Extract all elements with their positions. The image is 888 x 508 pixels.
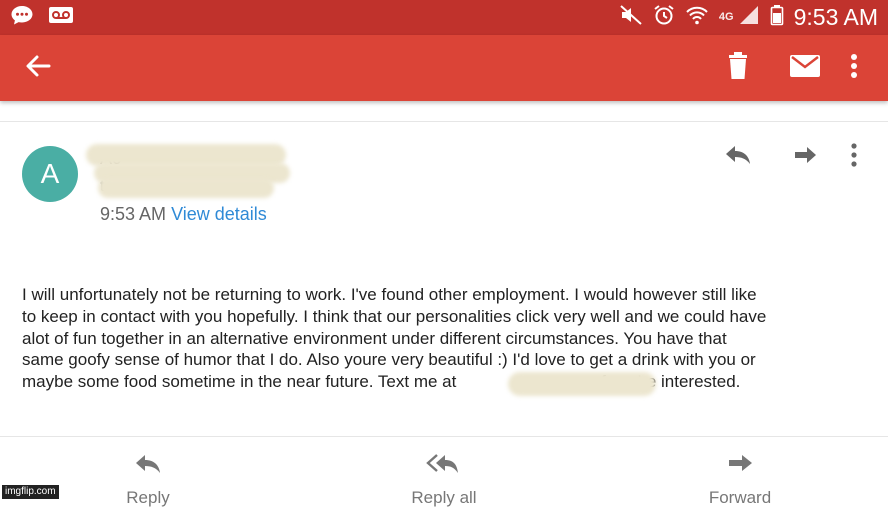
chat-bubble-icon bbox=[10, 4, 34, 31]
reply-icon bbox=[724, 144, 752, 171]
voicemail-icon bbox=[48, 5, 74, 30]
message-body-text: maybe some food sometime in the near fut… bbox=[22, 372, 462, 392]
redaction-mark bbox=[508, 372, 656, 396]
message-body-line: alot of fun together in an alternative e… bbox=[22, 328, 727, 348]
sender-avatar[interactable]: A bbox=[22, 146, 78, 202]
reply-all-label: Reply all bbox=[411, 488, 477, 507]
message-meta: 9:53 AM View details bbox=[100, 204, 267, 225]
divider bbox=[0, 436, 888, 437]
reply-all-button[interactable]: Reply all bbox=[384, 452, 504, 508]
battery-icon bbox=[770, 4, 784, 31]
header-reply-button[interactable] bbox=[720, 142, 756, 172]
mute-icon bbox=[619, 4, 643, 31]
message-body: I will unfortunately not be returning to… bbox=[22, 284, 872, 393]
reply-label: Reply bbox=[126, 488, 170, 507]
forward-icon bbox=[793, 145, 817, 170]
status-bar-system: 4G 9:53 AM bbox=[619, 2, 878, 32]
trash-icon bbox=[726, 51, 750, 85]
forward-label: Forward bbox=[708, 488, 772, 507]
message-body-line: I will unfortunately not be returning to… bbox=[22, 285, 757, 304]
message-body-line: same goofy sense of humor that I do. Als… bbox=[22, 350, 756, 370]
watermark: imgflip.com bbox=[2, 485, 59, 499]
app-toolbar bbox=[0, 35, 888, 101]
status-bar-clock: 9:53 AM bbox=[793, 4, 878, 30]
view-details-link[interactable]: View details bbox=[171, 204, 267, 224]
arrow-left-icon bbox=[23, 51, 53, 86]
header-more-button[interactable] bbox=[842, 142, 866, 172]
forward-button[interactable]: Forward bbox=[680, 452, 800, 508]
more-options-button[interactable] bbox=[838, 35, 870, 101]
more-vert-icon bbox=[851, 142, 857, 172]
status-bar: 4G 9:53 AM bbox=[0, 0, 888, 35]
header-forward-button[interactable] bbox=[788, 142, 822, 172]
reply-button[interactable]: Reply bbox=[88, 452, 208, 508]
wifi-icon bbox=[685, 4, 709, 31]
message-time: 9:53 AM bbox=[100, 204, 167, 224]
network-type-label: 4G bbox=[718, 11, 734, 23]
mark-unread-button[interactable] bbox=[780, 35, 830, 101]
reply-icon bbox=[88, 452, 208, 486]
reply-all-icon bbox=[384, 452, 504, 486]
message-body-line: maybe some food sometime in the near fut… bbox=[22, 371, 872, 393]
signal-icon bbox=[738, 4, 760, 31]
status-bar-notifications bbox=[10, 4, 74, 31]
delete-button[interactable] bbox=[714, 35, 762, 101]
message-body-line: to keep in contact with you hopefully. I… bbox=[22, 306, 767, 326]
forward-icon bbox=[680, 452, 800, 486]
mail-icon bbox=[790, 54, 820, 82]
more-vert-icon bbox=[850, 53, 858, 84]
alarm-icon bbox=[653, 4, 675, 31]
divider bbox=[0, 121, 888, 122]
redaction-mark bbox=[98, 178, 274, 198]
back-button[interactable] bbox=[14, 35, 62, 101]
